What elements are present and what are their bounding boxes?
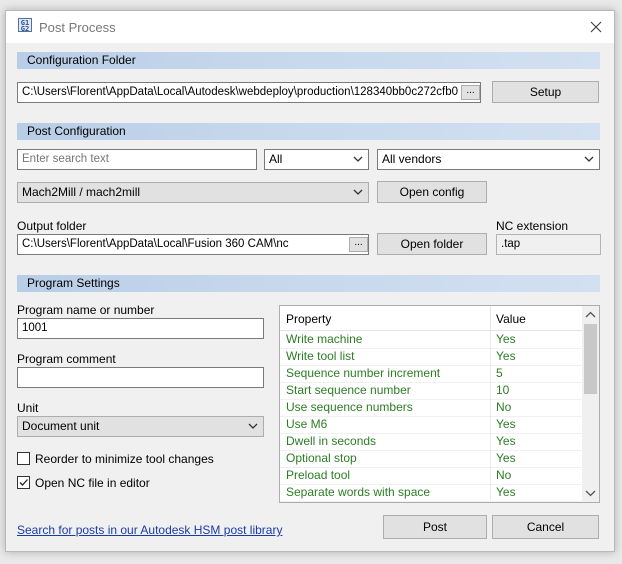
output-folder-label: Output folder [17,219,87,233]
property-value[interactable]: Yes [496,434,516,448]
open-config-button[interactable]: Open config [377,181,487,203]
program-name-label: Program name or number [17,303,155,317]
property-row[interactable]: Write machine Yes [280,331,582,349]
config-folder-browse-button[interactable]: ... [461,85,480,100]
value-column-header[interactable]: Value [496,312,526,326]
close-icon[interactable] [586,17,606,37]
property-column-header[interactable]: Property [286,312,331,326]
cancel-button[interactable]: Cancel [492,515,599,539]
property-name: Write machine [286,332,363,346]
config-folder-header: Configuration Folder [17,52,600,69]
property-row[interactable]: Sequence number increment 5 [280,365,582,383]
property-name: Preload tool [286,468,351,482]
program-comment-input[interactable] [17,367,264,388]
post-library-link[interactable]: Search for posts in our Autodesk HSM pos… [17,523,282,537]
property-value[interactable]: 5 [496,366,503,380]
property-value[interactable]: Yes [496,332,516,346]
post-button[interactable]: Post [383,515,487,539]
post-config-header: Post Configuration [17,123,600,140]
property-value[interactable]: No [496,468,511,482]
setup-button[interactable]: Setup [492,81,599,103]
property-row[interactable]: Preload tool No [280,467,582,485]
scroll-up-arrow-icon[interactable] [585,311,596,319]
property-row[interactable]: Dwell in seconds Yes [280,433,582,451]
chevron-down-icon [353,189,363,195]
program-settings-header: Program Settings [17,275,600,292]
reorder-label[interactable]: Reorder to minimize tool changes [35,452,214,466]
unit-label: Unit [17,401,39,415]
open-nc-label[interactable]: Open NC file in editor [35,476,150,490]
property-value[interactable]: 10 [496,383,509,397]
property-name: Use sequence numbers [286,400,413,414]
nc-extension-label: NC extension [496,219,569,233]
property-row[interactable]: Separate words with space Yes [280,484,582,502]
scroll-thumb[interactable] [584,324,597,394]
property-row[interactable]: Optional stop Yes [280,450,582,468]
vendor-dropdown[interactable]: All vendors [377,149,600,170]
property-name: Start sequence number [286,383,411,397]
window-title: Post Process [39,20,116,35]
post-processor-value: Mach2Mill / mach2mill [22,185,141,199]
filter-dropdown[interactable]: All [264,149,369,170]
filter-dropdown-value: All [269,152,283,166]
post-process-dialog: G1 G2 Post Process Configuration Folder C… [5,10,615,552]
checkmark-icon [19,479,28,486]
config-folder-path-field[interactable]: C:\Users\Florent\AppData\Local\Autodesk\… [17,82,481,103]
property-value[interactable]: Yes [496,451,516,465]
properties-header-row: Property Value [280,306,582,331]
output-folder-browse-button[interactable]: ... [349,237,368,252]
property-value[interactable]: No [496,400,511,414]
scroll-down-arrow-icon[interactable] [585,489,596,497]
property-row[interactable]: Write tool list Yes [280,348,582,366]
property-row[interactable]: Start sequence number 10 [280,382,582,400]
reorder-checkbox[interactable] [17,452,30,465]
chevron-down-icon [248,423,258,429]
properties-grid[interactable]: Property Value Write machine Yes Write too… [279,305,600,503]
property-name: Separate words with space [286,485,431,499]
property-row[interactable]: Use M6 Yes [280,416,582,434]
post-processor-dropdown[interactable]: Mach2Mill / mach2mill [17,182,369,203]
property-row[interactable]: Use sequence numbers No [280,399,582,417]
property-value[interactable]: Yes [496,349,516,363]
unit-dropdown[interactable]: Document unit [17,416,264,437]
open-nc-checkbox[interactable] [17,476,30,489]
output-folder-path-field[interactable]: C:\Users\Florent\AppData\Local\Fusion 36… [17,234,369,255]
unit-dropdown-value: Document unit [22,419,100,433]
post-process-app-icon: G1 G2 [18,18,32,33]
nc-extension-field[interactable]: .tap [496,234,601,255]
vendor-dropdown-value: All vendors [382,152,442,166]
property-name: Dwell in seconds [286,434,377,448]
program-comment-label: Program comment [17,352,116,366]
post-search-input[interactable]: Enter search text [17,149,257,170]
property-value[interactable]: Yes [496,485,516,499]
chevron-down-icon [584,156,594,162]
properties-scrollbar[interactable] [582,306,599,502]
property-value[interactable]: Yes [496,417,516,431]
property-name: Write tool list [286,349,355,363]
open-folder-button[interactable]: Open folder [377,233,487,255]
property-name: Use M6 [286,417,328,431]
property-name: Sequence number increment [286,366,441,380]
title-bar[interactable]: G1 G2 Post Process [6,11,614,43]
property-name: Optional stop [286,451,357,465]
chevron-down-icon [353,156,363,162]
program-name-input[interactable]: 1001 [17,318,264,339]
